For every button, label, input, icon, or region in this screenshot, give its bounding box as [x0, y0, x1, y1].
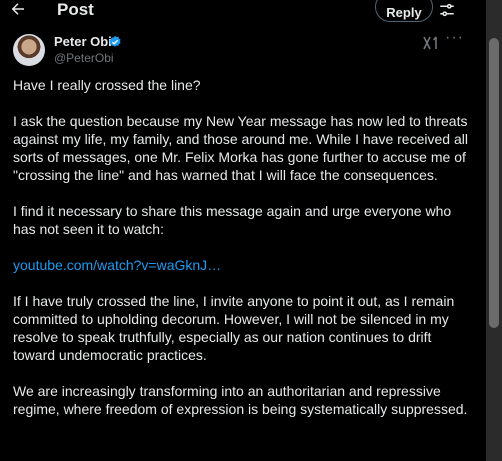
- post-paragraph: I ask the question because my New Year m…: [13, 113, 468, 183]
- author-handle[interactable]: @PeterObi: [54, 51, 114, 66]
- reply-button[interactable]: Reply: [375, 0, 433, 22]
- verified-badge-icon: [108, 35, 122, 49]
- post-paragraph: If I have truly crossed the line, I invi…: [13, 293, 455, 363]
- scrollbar[interactable]: [486, 0, 502, 461]
- more-icon[interactable]: ···: [445, 30, 463, 48]
- post-paragraph: We are increasingly transforming into an…: [13, 383, 468, 417]
- post-header: Post Reply: [0, 0, 485, 24]
- page-title: Post: [57, 0, 94, 19]
- sliders-icon[interactable]: [438, 1, 456, 19]
- grok-icon[interactable]: [423, 36, 439, 50]
- scrollbar-thumb[interactable]: [489, 38, 499, 328]
- youtube-link[interactable]: youtube.com/watch?v=waGknJ…: [13, 257, 221, 273]
- author-name[interactable]: Peter Obi: [54, 34, 112, 50]
- post-paragraph: Have I really crossed the line?: [13, 77, 201, 93]
- back-arrow-icon[interactable]: [9, 0, 33, 20]
- post-link-paragraph: youtube.com/watch?v=waGknJ…: [13, 256, 468, 274]
- avatar[interactable]: [13, 34, 45, 66]
- post-body: Have I really crossed the line? I ask th…: [13, 76, 468, 436]
- post-paragraph: I find it necessary to share this messag…: [13, 203, 452, 237]
